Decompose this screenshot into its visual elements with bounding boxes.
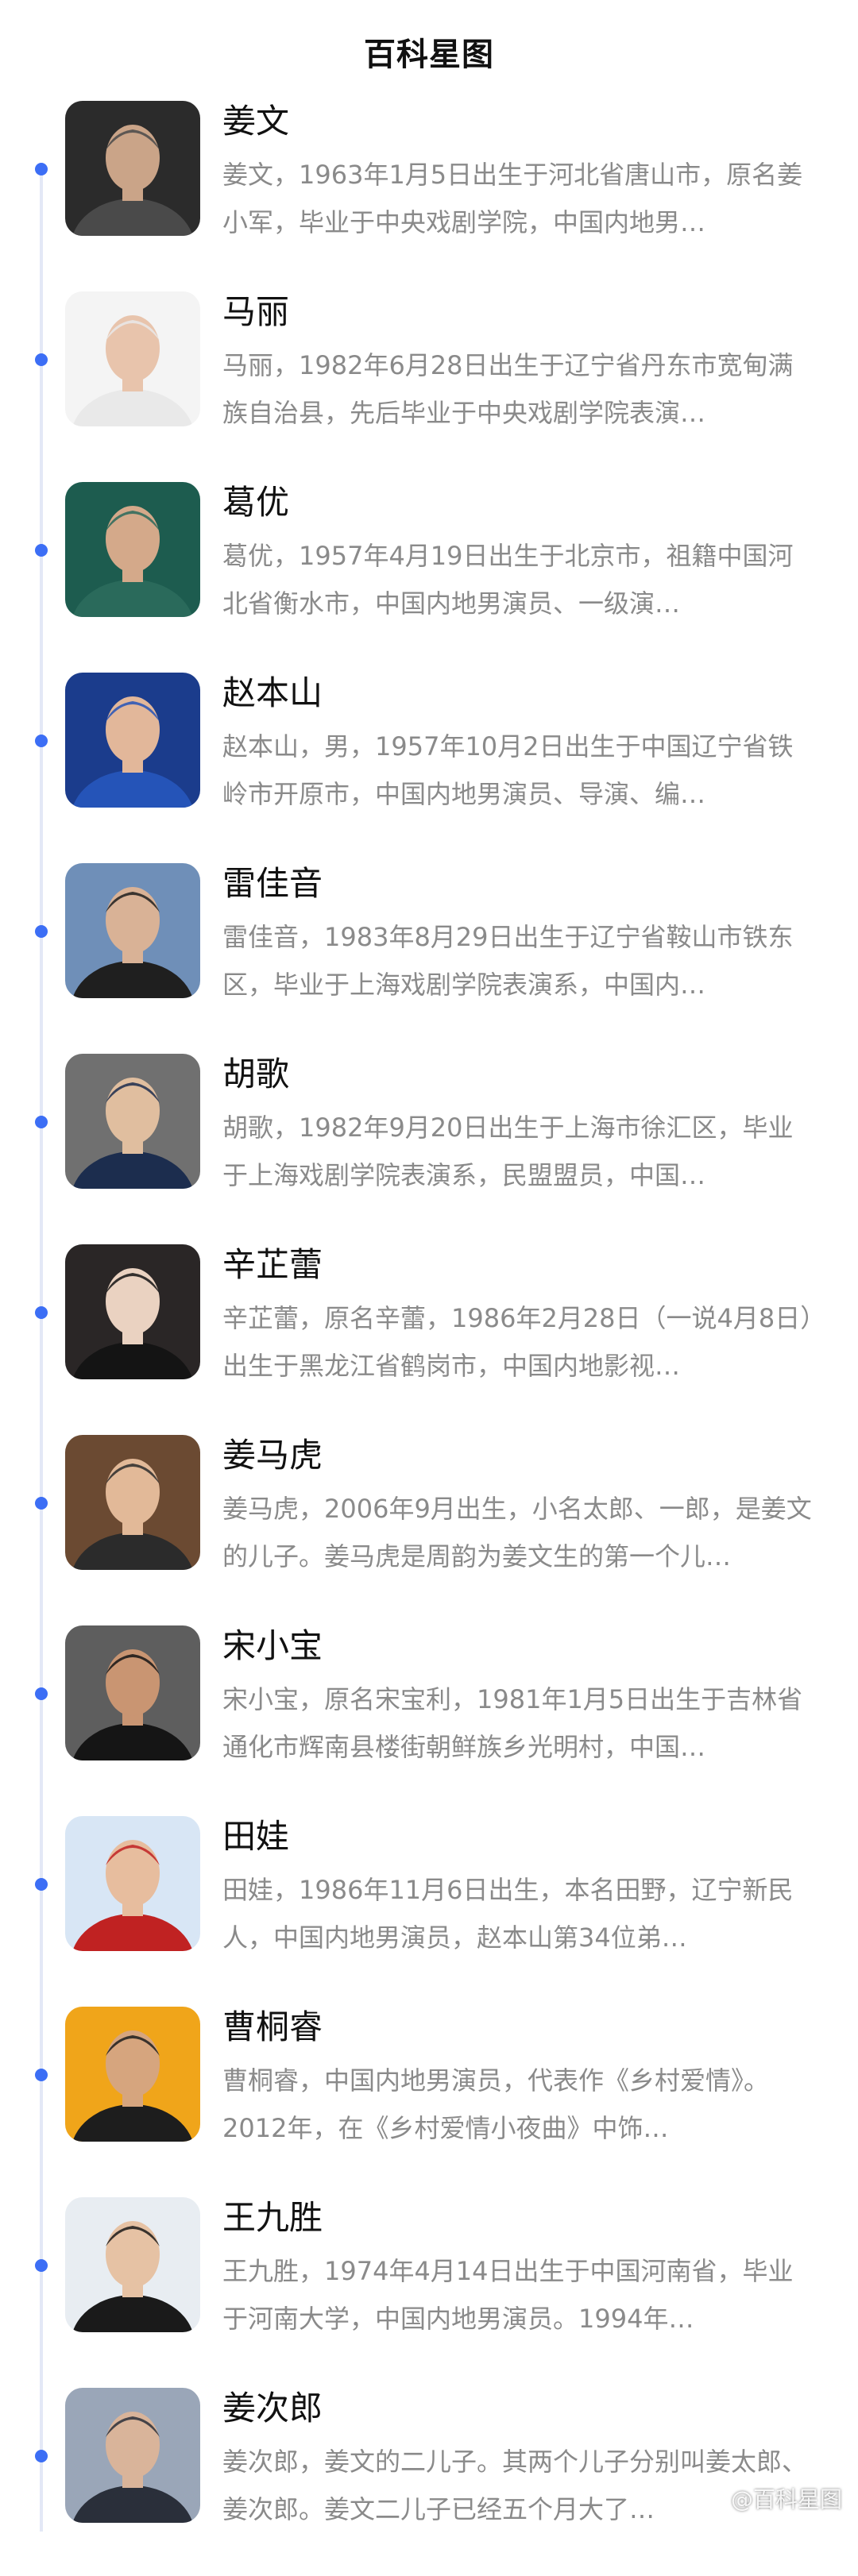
person-avatar[interactable] [65,1435,200,1570]
person-name[interactable]: 赵本山 [222,670,323,716]
person-name[interactable]: 姜马虎 [222,1433,323,1479]
person-name[interactable]: 马丽 [222,289,289,335]
person-avatar[interactable] [65,101,200,236]
timeline-dot [35,2450,48,2462]
person-description: 胡歌，1982年9月20日出生于上海市徐汇区，毕业于上海戏剧学院表演系，民盟盟员… [222,1113,794,1190]
person-item[interactable]: 田娃田娃，1986年11月6日出生，本名田野，辽宁新民人，中国内地男演员，赵本山… [0,1814,858,2004]
person-name[interactable]: 雷佳音 [222,861,323,907]
person-name[interactable]: 姜次郎 [222,2385,323,2431]
person-item[interactable]: 姜马虎姜马虎，2006年9月出生，小名太郎、一郎，是姜文的儿子。姜马虎是周韵为姜… [0,1433,858,1623]
person-item[interactable]: 葛优葛优，1957年4月19日出生于北京市，祖籍中国河北省衡水市，中国内地男演员… [0,480,858,670]
person-description: 田娃，1986年11月6日出生，本名田野，辽宁新民人，中国内地男演员，赵本山第3… [222,1875,794,1953]
person-avatar[interactable] [65,1816,200,1951]
person-item[interactable]: 赵本山赵本山，男，1957年10月2日出生于中国辽宁省铁岭市开原市，中国内地男演… [0,670,858,861]
person-avatar[interactable] [65,2388,200,2523]
person-item[interactable]: 姜次郎姜次郎，姜文的二儿子。其两个儿子分别叫姜太郎、姜次郎。姜文二儿子已经五个月… [0,2385,858,2576]
timeline-dot [35,1306,48,1319]
person-avatar[interactable] [65,482,200,617]
person-name[interactable]: 姜文 [222,98,289,145]
person-item[interactable]: 辛芷蕾辛芷蕾，原名辛蕾，1986年2月28日（一说4月8日）出生于黑龙江省鹤岗市… [0,1242,858,1433]
person-description: 宋小宝，原名宋宝利，1981年1月5日出生于吉林省通化市辉南县楼街朝鲜族乡光明村… [222,1684,803,1762]
person-description: 曹桐睿，中国内地男演员，代表作《乡村爱情》。2012年，在《乡村爱情小夜曲》中饰… [222,2065,770,2143]
person-avatar[interactable] [65,673,200,808]
person-item[interactable]: 姜文姜文，1963年1月5日出生于河北省唐山市，原名姜小军，毕业于中央戏剧学院，… [0,98,858,289]
person-name[interactable]: 辛芷蕾 [222,1242,323,1288]
timeline-dot [35,1497,48,1510]
person-avatar[interactable] [65,291,200,426]
person-description: 王九胜，1974年4月14日出生于中国河南省，毕业于河南大学，中国内地男演员。1… [222,2256,794,2334]
page-header: 百科星图 [0,0,858,103]
person-description: 雷佳音，1983年8月29日出生于辽宁省鞍山市铁东区，毕业于上海戏剧学院表演系，… [222,922,794,1000]
person-name[interactable]: 曹桐睿 [222,2004,323,2050]
person-avatar[interactable] [65,1625,200,1760]
person-description: 姜次郎，姜文的二儿子。其两个儿子分别叫姜太郎、姜次郎。姜文二儿子已经五个月大了… [222,2447,808,2524]
person-item[interactable]: 雷佳音雷佳音，1983年8月29日出生于辽宁省鞍山市铁东区，毕业于上海戏剧学院表… [0,861,858,1051]
timeline-dot [35,2259,48,2272]
person-name[interactable]: 宋小宝 [222,1623,323,1669]
person-description: 辛芷蕾，原名辛蕾，1986年2月28日（一说4月8日）出生于黑龙江省鹤岗市，中国… [222,1303,814,1381]
page-title: 百科星图 [364,37,494,73]
person-description: 姜马虎，2006年9月出生，小名太郎、一郎，是姜文的儿子。姜马虎是周韵为姜文生的… [222,1494,812,1571]
person-name[interactable]: 葛优 [222,480,289,526]
watermark: @百科星图 [730,2486,842,2512]
timeline-dot [35,925,48,938]
person-name[interactable]: 胡歌 [222,1051,289,1097]
person-item[interactable]: 曹桐睿曹桐睿，中国内地男演员，代表作《乡村爱情》。2012年，在《乡村爱情小夜曲… [0,2004,858,2195]
person-avatar[interactable] [65,2007,200,2142]
person-name[interactable]: 王九胜 [222,2195,323,2241]
person-description: 葛优，1957年4月19日出生于北京市，祖籍中国河北省衡水市，中国内地男演员、一… [222,541,794,619]
person-item[interactable]: 马丽马丽，1982年6月28日出生于辽宁省丹东市宽甸满族自治县，先后毕业于中央戏… [0,289,858,480]
person-item[interactable]: 王九胜王九胜，1974年4月14日出生于中国河南省，毕业于河南大学，中国内地男演… [0,2195,858,2385]
person-list: 姜文姜文，1963年1月5日出生于河北省唐山市，原名姜小军，毕业于中央戏剧学院，… [0,98,858,2576]
person-name[interactable]: 田娃 [222,1814,289,1860]
timeline-dot [35,2069,48,2081]
person-avatar[interactable] [65,1244,200,1379]
person-item[interactable]: 宋小宝宋小宝，原名宋宝利，1981年1月5日出生于吉林省通化市辉南县楼街朝鲜族乡… [0,1623,858,1814]
timeline-dot [35,163,48,175]
person-avatar[interactable] [65,1054,200,1189]
timeline-dot [35,735,48,747]
person-avatar[interactable] [65,2197,200,2332]
person-description: 姜文，1963年1月5日出生于河北省唐山市，原名姜小军，毕业于中央戏剧学院，中国… [222,160,803,237]
timeline-dot [35,1116,48,1128]
person-item[interactable]: 胡歌胡歌，1982年9月20日出生于上海市徐汇区，毕业于上海戏剧学院表演系，民盟… [0,1051,858,1242]
person-description: 马丽，1982年6月28日出生于辽宁省丹东市宽甸满族自治县，先后毕业于中央戏剧学… [222,350,794,428]
timeline-dot [35,1878,48,1891]
person-description: 赵本山，男，1957年10月2日出生于中国辽宁省铁岭市开原市，中国内地男演员、导… [222,731,794,809]
person-avatar[interactable] [65,863,200,998]
timeline-dot [35,544,48,557]
timeline-dot [35,353,48,366]
timeline-dot [35,1687,48,1700]
